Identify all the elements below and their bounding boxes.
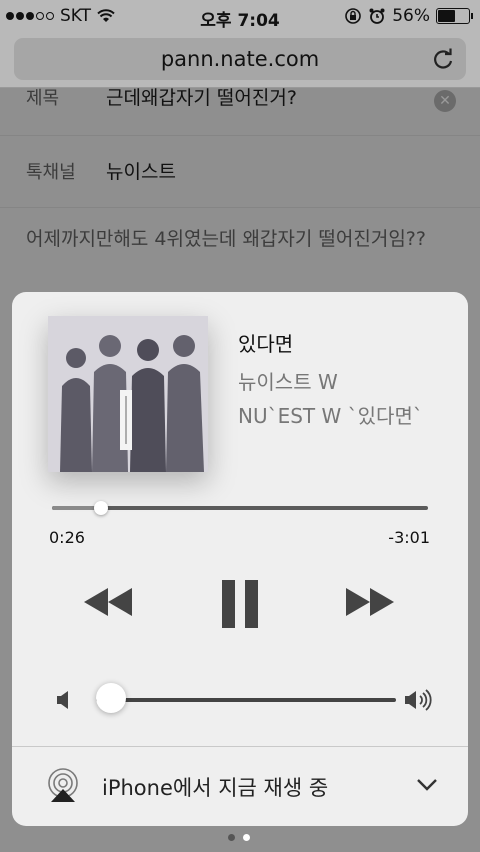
url-field[interactable]: pann.nate.com [14,38,466,80]
status-bar: SKT 오후 7:04 56% [0,0,480,32]
fast-forward-button[interactable] [344,586,396,618]
album-art-image [48,316,208,472]
song-title: 있다면 [238,332,294,356]
title-label: 제목 [26,88,60,109]
rotation-lock-icon [345,8,362,24]
page-dot-active [243,834,250,841]
rewind-button[interactable] [82,586,134,618]
divider [12,746,468,747]
output-device-label[interactable]: iPhone에서 지금 재생 중 [102,772,328,802]
album-artwork [48,316,208,472]
channel-row[interactable]: 톡채널 뉴이스트 [0,136,480,208]
progress-knob[interactable] [93,501,108,515]
progress-slider[interactable] [52,501,428,515]
volume-high-icon [405,689,432,711]
battery-percent: 56% [392,6,430,26]
reload-icon[interactable] [432,48,454,70]
album-name: NU`EST W `있다면` [238,404,423,428]
channel-label: 톡채널 [26,162,76,183]
volume-knob[interactable] [96,683,126,713]
volume-low-icon [57,691,68,709]
airplay-icon[interactable] [46,768,80,802]
remaining-time: -3:01 [388,528,430,547]
volume-slider[interactable] [96,683,396,713]
page-indicator [228,834,250,841]
title-row[interactable]: 제목 근데왜갑자기 떨어진거? ✕ [0,86,480,136]
chevron-down-icon[interactable] [416,778,438,792]
pause-button[interactable] [220,580,260,628]
artist-name: 뉴이스트 W [238,370,338,394]
alarm-icon [369,8,385,24]
post-body[interactable]: 어제까지만해도 4위였는데 왜갑자기 떨어진거임?? [26,222,456,256]
battery-icon [436,8,473,24]
clear-icon[interactable]: ✕ [434,90,456,112]
battery-fill [438,10,455,22]
title-value: 근데왜갑자기 떨어진거? [106,87,297,109]
status-right: 56% [344,6,473,26]
elapsed-time: 0:26 [49,528,85,547]
channel-value: 뉴이스트 [106,161,176,183]
now-playing-card: 있다면 뉴이스트 W NU`EST W `있다면` 0:26 -3:01 iPh… [12,292,468,826]
url-text: pann.nate.com [160,47,320,71]
browser-toolbar: pann.nate.com [0,32,480,88]
page-dot [228,834,235,841]
